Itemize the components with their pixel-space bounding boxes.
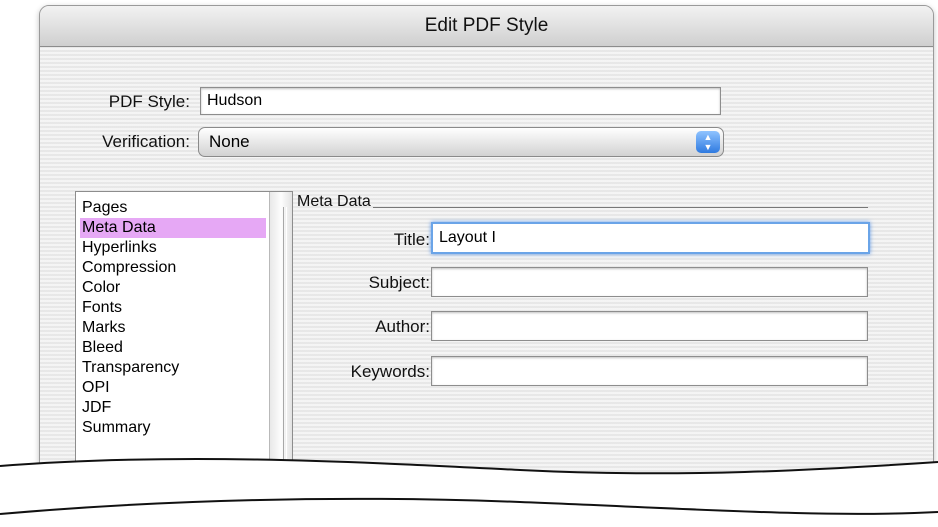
torn-edge-decoration — [0, 458, 938, 527]
